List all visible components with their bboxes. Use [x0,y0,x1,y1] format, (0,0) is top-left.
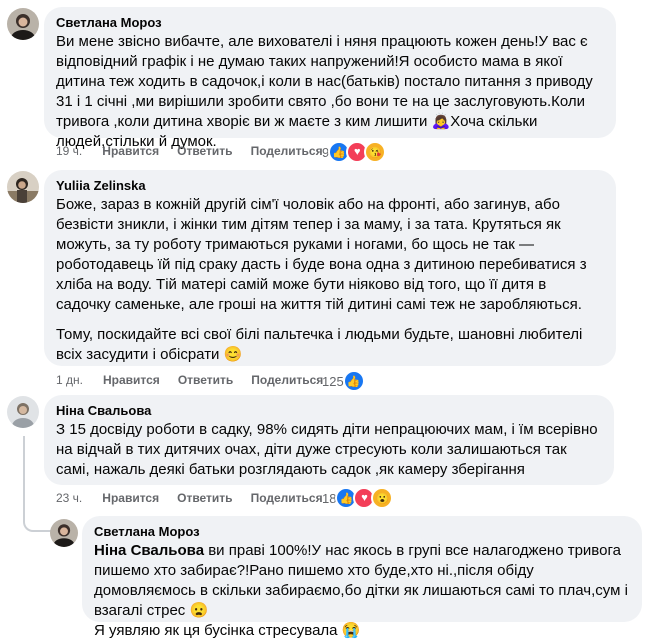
share-button[interactable]: Поделиться [251,144,323,158]
reaction-summary[interactable]: 125 👍 [322,370,365,392]
comment-author[interactable]: Yuliia Zelinska [56,178,604,194]
thread-line [23,436,25,496]
share-button[interactable]: Поделиться [251,491,323,505]
like-button[interactable]: Нравится [102,491,159,505]
like-button[interactable]: Нравится [102,144,159,158]
reaction-summary[interactable]: 9 👍 ♥ 😘 [322,141,387,163]
comment-bubble: Светлана Мороз Ви мене звісно вибачте, а… [44,7,616,150]
avatar[interactable] [7,396,39,428]
comment-actions: 19 ч. Нравится Ответить Поделиться [56,143,341,159]
comment-actions: 23 ч. Нравится Ответить Поделиться [56,490,341,506]
share-button[interactable]: Поделиться [251,373,323,387]
comment-text: Боже, зараз в кожній другій сім'ї чолові… [56,195,604,365]
like-button[interactable]: Нравится [103,373,160,387]
comment-text: Ви мене звісно вибачте, але вихователі і… [56,33,593,150]
reply-button[interactable]: Ответить [177,491,232,505]
comment-time[interactable]: 23 ч. [56,491,82,505]
wow-reaction-icon: 😮 [371,487,394,509]
comment-author[interactable]: Светлана Мороз [94,524,630,540]
reply-connector [23,496,51,532]
avatar[interactable] [50,519,78,547]
comment-bubble: Ніна Свальова З 15 досвіду роботи в садк… [44,395,614,485]
avatar[interactable] [7,8,39,40]
comment-text: Ніна Свальова ви праві 100%!У нас якось … [94,541,630,641]
care-reaction-icon: 😘 [364,141,387,163]
comment-bubble: Светлана Мороз Ніна Свальова ви праві 10… [82,516,642,639]
comment-paragraph: Тому, поскидайте всі свої білі пальтечка… [56,326,583,363]
comment-time[interactable]: 1 дн. [56,373,83,387]
comment-paragraph: Боже, зараз в кожній другій сім'ї чолові… [56,196,587,313]
reply-button[interactable]: Ответить [178,373,233,387]
like-reaction-icon: 👍 [342,370,365,392]
comment-time[interactable]: 19 ч. [56,144,82,158]
comment-bubble: Yuliia Zelinska Боже, зараз в кожній дру… [44,170,616,366]
reaction-count: 125 [322,373,344,389]
comment-author[interactable]: Ніна Свальова [56,403,602,419]
avatar[interactable] [7,171,39,203]
reply-button[interactable]: Ответить [177,144,232,158]
comment-author[interactable]: Светлана Мороз [56,15,604,31]
reaction-count: 18 [322,490,337,506]
comment-text: З 15 досвіду роботи в садку, 98% сидять … [56,421,598,478]
comment-actions: 1 дн. Нравится Ответить Поделиться [56,372,341,388]
mention-link[interactable]: Ніна Свальова [94,542,204,559]
reaction-summary[interactable]: 18 👍 ♥ 😮 [322,487,394,509]
